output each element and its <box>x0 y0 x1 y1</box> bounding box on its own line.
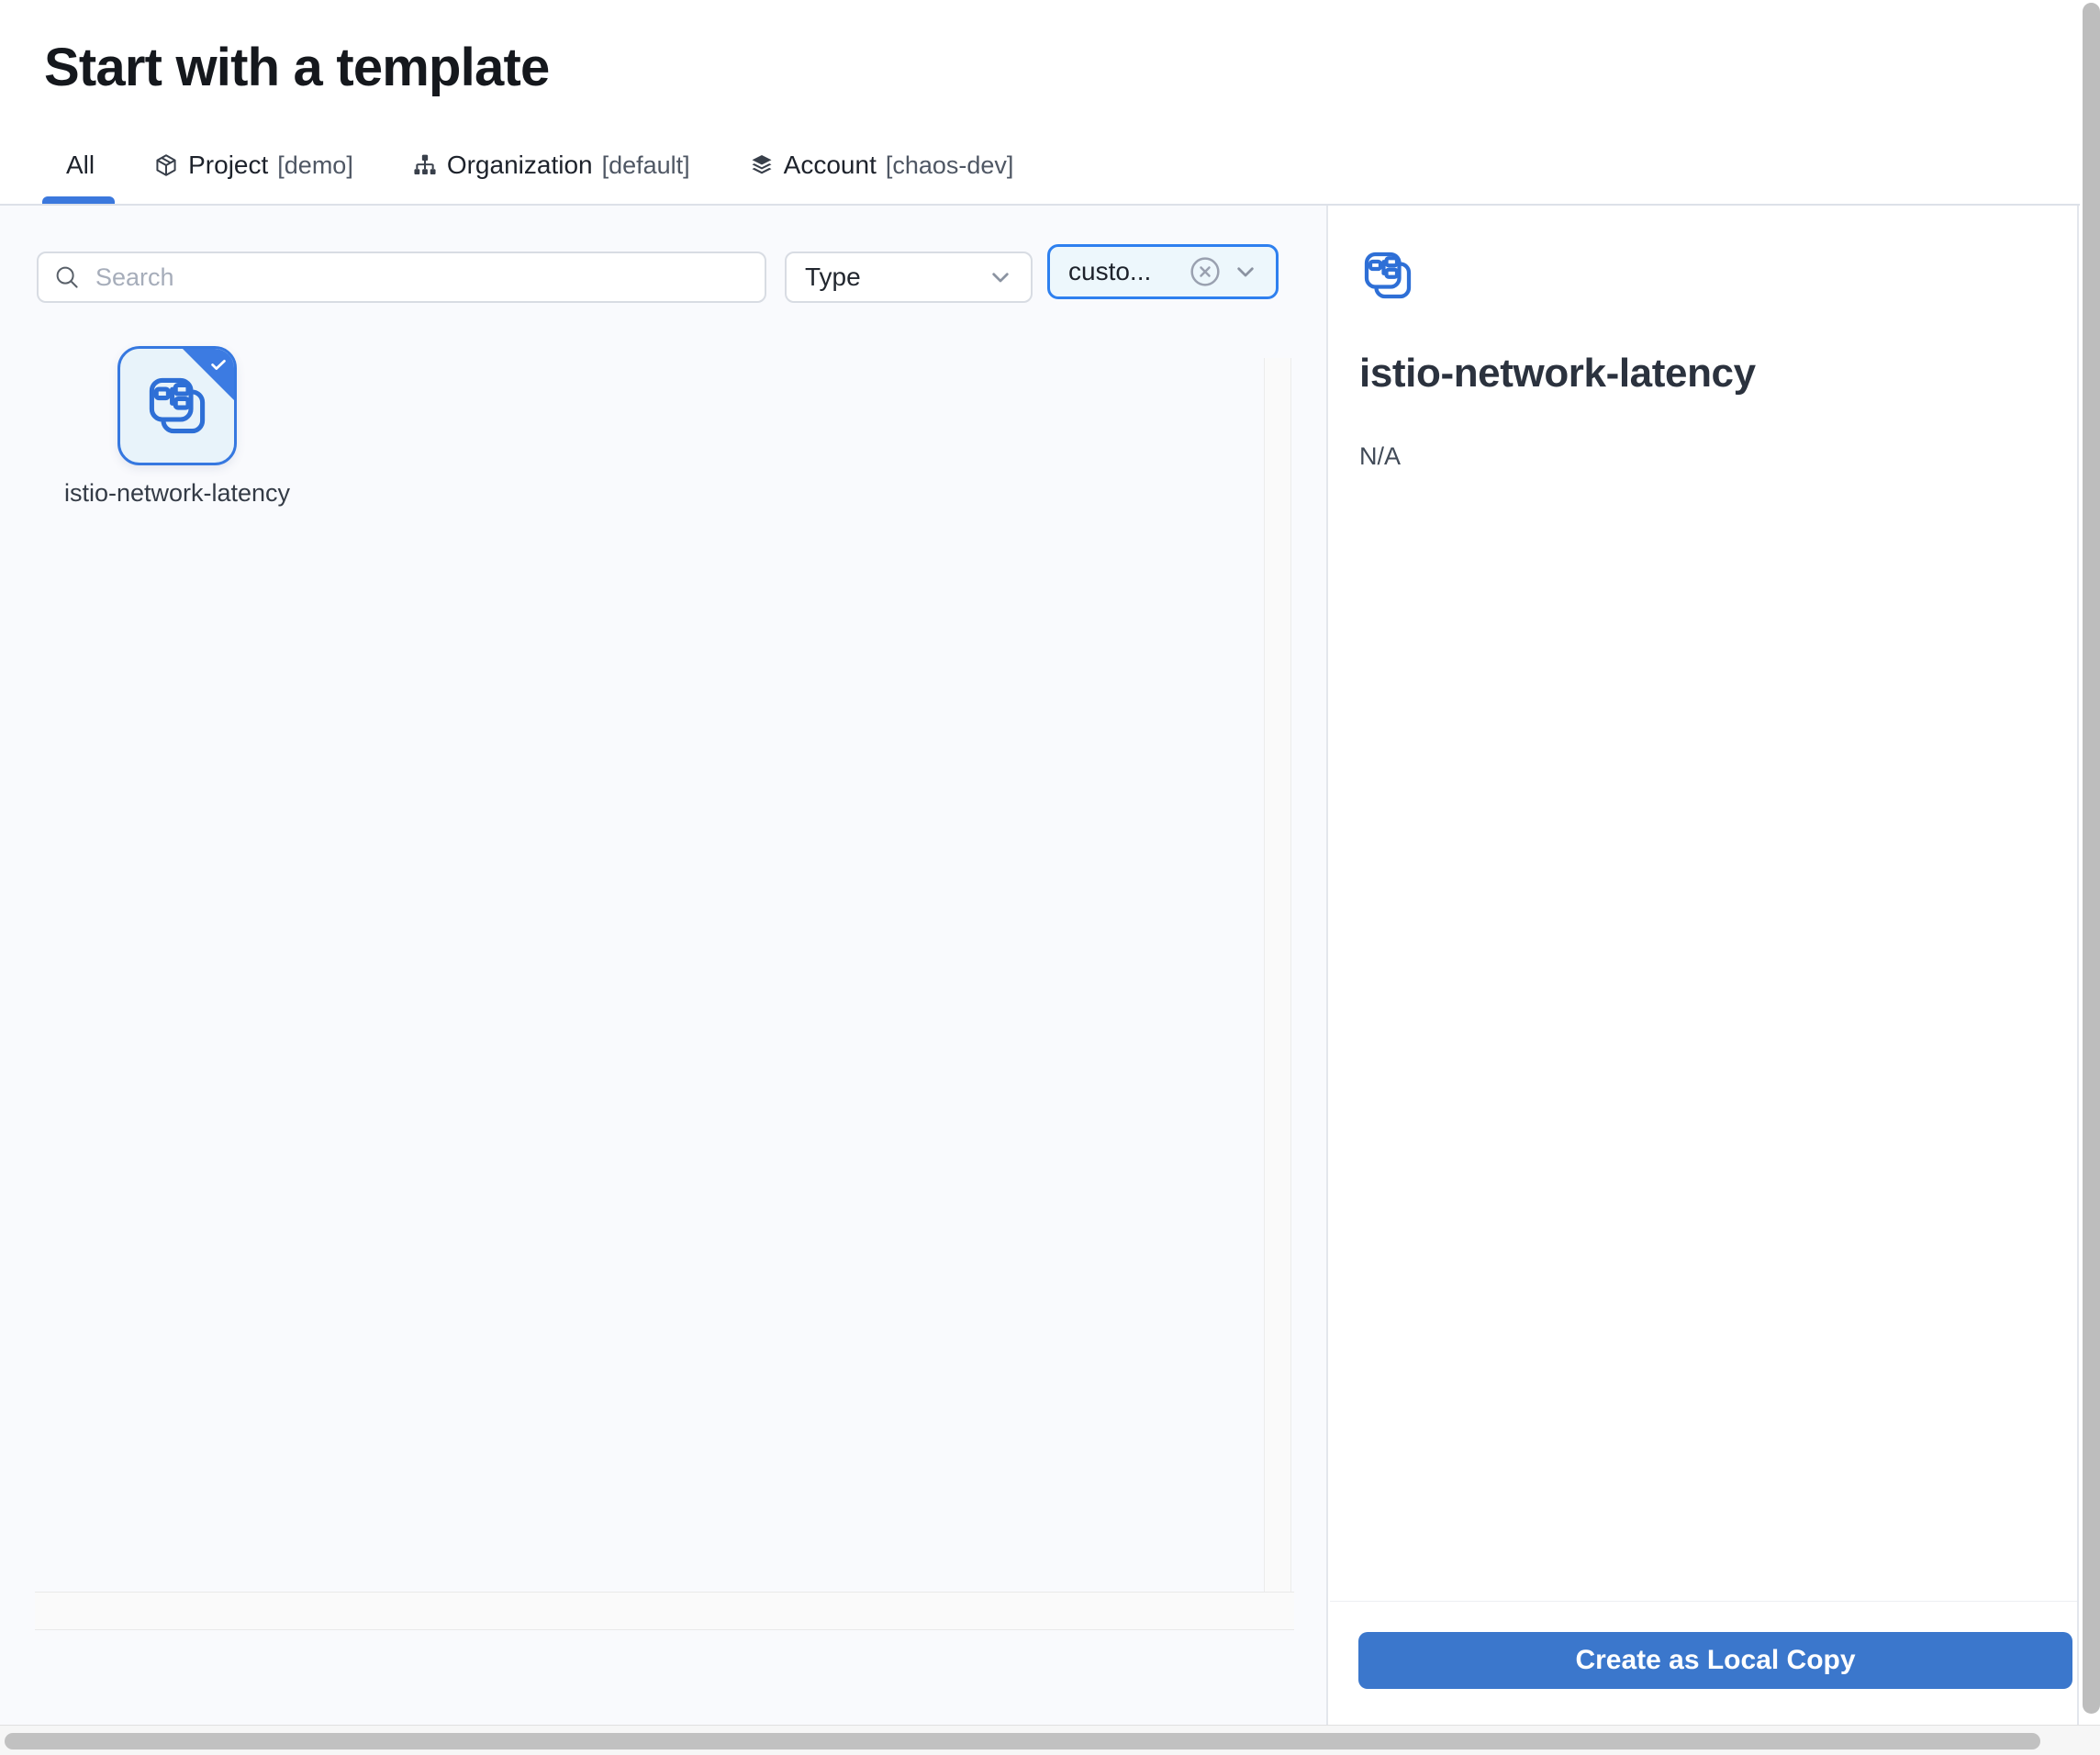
type-filter-label: Type <box>805 263 861 292</box>
page-title: Start with a template <box>44 37 549 98</box>
type-filter-dropdown[interactable]: Type <box>785 252 1033 303</box>
template-card-istio-network-latency[interactable] <box>117 346 237 465</box>
template-icon <box>144 373 210 439</box>
template-details-panel: istio-network-latency N/A Create as Loca… <box>1330 206 2079 1725</box>
tab-account[interactable]: Account [chaos-dev] <box>749 151 1014 180</box>
grid-vertical-scrollbar[interactable] <box>1264 358 1291 1592</box>
search-icon <box>53 263 81 291</box>
template-grid: istio-network-latency <box>35 334 1294 1630</box>
window-vertical-scrollbar-thumb[interactable] <box>2083 3 2100 1714</box>
template-icon <box>1360 248 1415 303</box>
tab-organization[interactable]: Organization [default] <box>412 151 690 180</box>
chevron-down-icon <box>1234 260 1257 284</box>
layers-icon <box>749 152 775 178</box>
tab-all[interactable]: All <box>66 151 95 180</box>
grid-horizontal-scrollbar[interactable] <box>35 1592 1294 1630</box>
template-browser: Type custo... <box>0 206 1328 1725</box>
cube-icon <box>153 152 179 178</box>
template-details-title: istio-network-latency <box>1359 351 1756 397</box>
tab-all-label: All <box>66 151 95 180</box>
tab-organization-label: Organization <box>447 151 593 180</box>
chevron-down-icon <box>989 265 1012 289</box>
circle-x-icon <box>1187 253 1223 290</box>
tab-project[interactable]: Project [demo] <box>153 151 353 180</box>
tab-project-badge: [demo] <box>277 151 353 180</box>
start-with-template-dialog: Start with a template All Project [demo] <box>0 0 2100 1755</box>
tab-account-label: Account <box>784 151 877 180</box>
active-filter-chip[interactable]: custo... <box>1047 244 1279 299</box>
tab-organization-badge: [default] <box>602 151 690 180</box>
template-card-name[interactable]: istio-network-latency <box>63 474 291 512</box>
window-horizontal-scrollbar-track[interactable] <box>0 1725 2100 1755</box>
search-input[interactable] <box>94 263 750 293</box>
create-as-local-copy-button[interactable]: Create as Local Copy <box>1358 1632 2072 1689</box>
search-box <box>37 252 766 303</box>
sitemap-icon <box>412 152 438 178</box>
scope-tabs: All Project [demo] Organization [defaul <box>66 143 1013 187</box>
check-icon <box>208 354 229 374</box>
tab-project-label: Project <box>188 151 268 180</box>
template-details-description: N/A <box>1359 442 1401 471</box>
details-footer: Create as Local Copy <box>1330 1601 2077 1725</box>
tab-account-badge: [chaos-dev] <box>886 151 1014 180</box>
active-filter-chip-label: custo... <box>1068 257 1186 286</box>
window-horizontal-scrollbar-thumb[interactable] <box>5 1733 2040 1749</box>
window-vertical-scrollbar-track[interactable] <box>2080 0 2100 1725</box>
clear-filter-button[interactable] <box>1186 252 1224 291</box>
active-tab-indicator <box>42 196 115 204</box>
